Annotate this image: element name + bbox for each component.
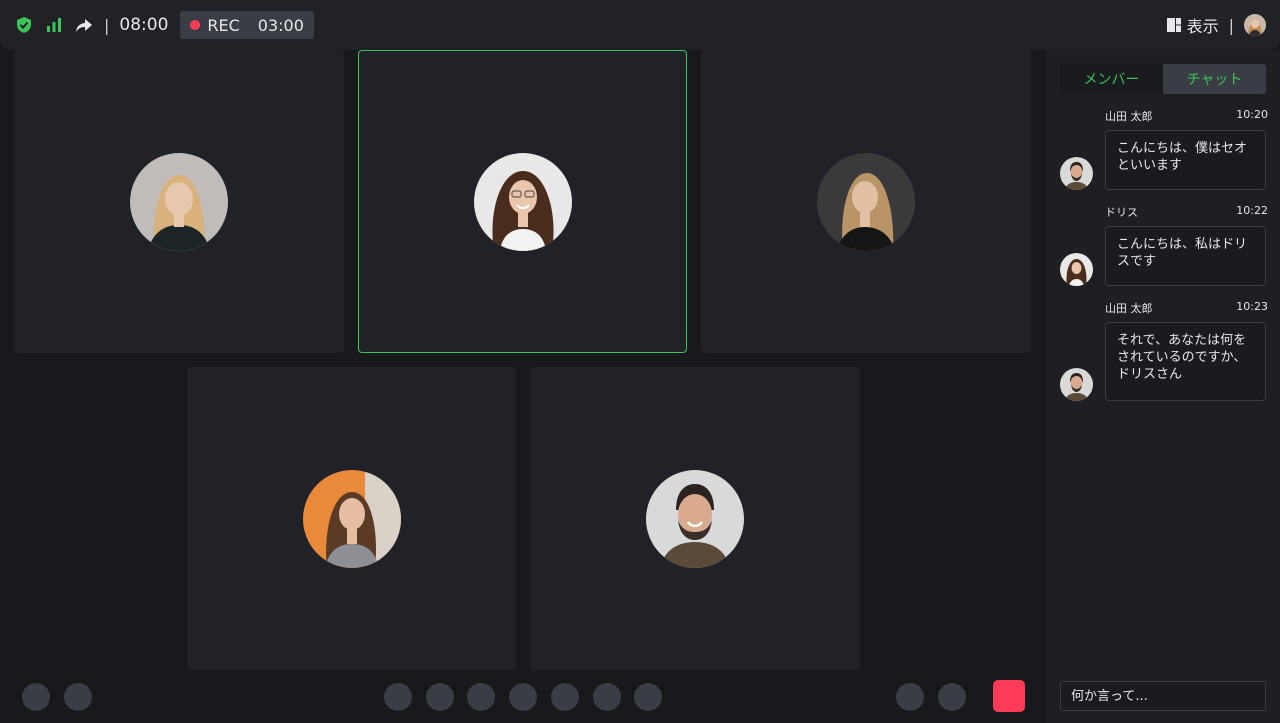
- view-button[interactable]: 表示: [1187, 13, 1219, 37]
- participant-avatar: [130, 152, 228, 251]
- layout-icon[interactable]: [1166, 18, 1181, 32]
- message-time: 10:22: [1236, 204, 1268, 217]
- message-bubble: こんにちは、私はドリスです: [1105, 226, 1266, 286]
- share-arrow-icon[interactable]: [74, 15, 94, 35]
- message-author: 山田 太郎: [1105, 110, 1153, 123]
- video-tile[interactable]: [14, 50, 344, 353]
- message-time: 10:20: [1236, 108, 1268, 121]
- video-tile[interactable]: [701, 50, 1031, 353]
- shield-check-icon[interactable]: [14, 15, 34, 35]
- control-button[interactable]: [64, 683, 92, 711]
- tab-chat[interactable]: チャット: [1163, 64, 1266, 94]
- separator: |: [104, 15, 110, 35]
- video-tile-active-speaker[interactable]: [358, 50, 687, 353]
- message-header: ドリス 10:22: [1105, 204, 1268, 220]
- chat-input[interactable]: [1060, 681, 1266, 711]
- signal-bars-icon[interactable]: [44, 15, 64, 35]
- message-avatar: [1060, 157, 1093, 190]
- control-button[interactable]: [22, 683, 50, 711]
- control-button[interactable]: [467, 683, 495, 711]
- message-bubble: こんにちは、僕はセオといいます: [1105, 130, 1266, 190]
- tab-members[interactable]: メンバー: [1060, 64, 1163, 94]
- record-dot-icon: [190, 20, 201, 30]
- video-tile[interactable]: [530, 367, 860, 670]
- control-button[interactable]: [426, 683, 454, 711]
- message-author: ドリス: [1105, 206, 1138, 219]
- rec-time: 03:00: [257, 15, 304, 35]
- participant-avatar: [646, 469, 744, 568]
- video-call-app: | 08:00 REC 03:00 表示 | メンバー チャット 山田 太郎 1…: [0, 0, 1280, 723]
- message-time: 10:23: [1236, 300, 1268, 313]
- message-bubble: それで、あなたは何をされているのですか、ドリスさん: [1105, 322, 1266, 401]
- message-avatar: [1060, 368, 1093, 401]
- participant-avatar: [817, 152, 915, 251]
- panel-tabs: メンバー チャット: [1060, 64, 1266, 94]
- user-avatar[interactable]: [1244, 14, 1266, 36]
- control-button[interactable]: [896, 683, 924, 711]
- control-button[interactable]: [384, 683, 412, 711]
- separator: |: [1228, 15, 1234, 35]
- message-avatar: [1060, 253, 1093, 286]
- control-button[interactable]: [551, 683, 579, 711]
- top-bar-right: 表示 |: [1166, 0, 1266, 50]
- participant-avatar: [302, 469, 401, 568]
- top-bar-left: | 08:00 REC 03:00: [14, 0, 314, 50]
- participant-avatar: [473, 152, 572, 251]
- call-time: 08:00: [119, 15, 169, 35]
- message-header: 山田 太郎 10:20: [1105, 108, 1268, 124]
- rec-label: REC: [207, 15, 240, 35]
- control-button[interactable]: [509, 683, 537, 711]
- control-button[interactable]: [593, 683, 621, 711]
- video-tile[interactable]: [187, 367, 516, 670]
- side-panel: メンバー チャット 山田 太郎 10:20 こんにちは、僕はセオといいます ドリ…: [1046, 50, 1280, 723]
- control-button[interactable]: [938, 683, 966, 711]
- control-button[interactable]: [634, 683, 662, 711]
- recording-badge[interactable]: REC 03:00: [180, 11, 314, 39]
- message-header: 山田 太郎 10:23: [1105, 300, 1268, 316]
- message-author: 山田 太郎: [1105, 302, 1153, 315]
- end-call-button[interactable]: [993, 680, 1025, 712]
- top-bar: | 08:00 REC 03:00 表示 |: [0, 0, 1280, 50]
